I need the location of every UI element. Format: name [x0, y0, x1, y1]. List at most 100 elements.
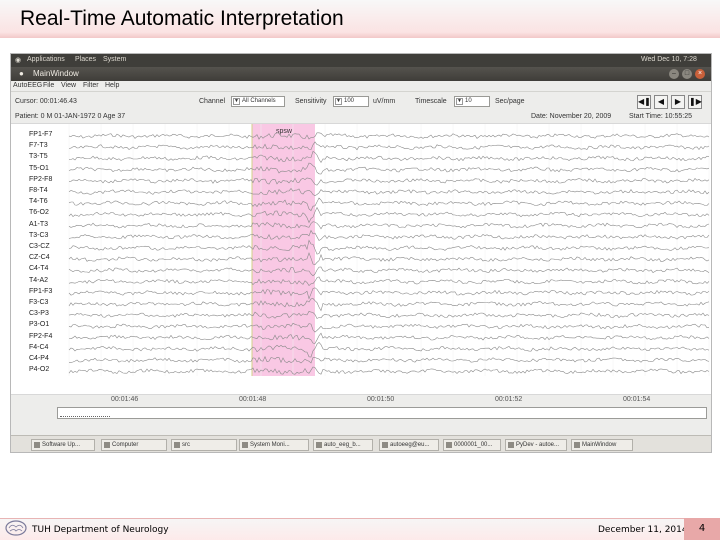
channel-label: F4-C4: [29, 343, 49, 351]
window-icon: [174, 442, 180, 448]
chevron-down-icon: ▼: [456, 98, 463, 105]
taskbar-item-label: src: [182, 442, 190, 448]
menu-applications[interactable]: Applications: [27, 56, 65, 63]
time-tick-label: 00:01:52: [495, 396, 523, 403]
time-tick-label: 00:01:54: [623, 396, 651, 403]
taskbar-item[interactable]: autoeeg@eu...: [379, 439, 439, 451]
taskbar-item-label: autoeeg@eu...: [390, 442, 430, 448]
next-icon: ▶: [674, 97, 682, 106]
eeg-traces[interactable]: spsw: [11, 124, 712, 396]
channel-label: C3-P3: [29, 310, 49, 318]
time-tick-label: 00:01:48: [239, 396, 267, 403]
menu-places[interactable]: Places: [75, 56, 96, 63]
time-axis: 00:01:46 00:01:48 00:01:50 00:01:52 00:01:54: [11, 395, 711, 405]
last-page-button[interactable]: ❚▶: [688, 95, 702, 109]
channel-labels: FP1-F7 F7-T3 T3-T5 T5-O1 FP2-F8 F8-T4 T4-T6 T6-…: [29, 124, 69, 396]
timescale-unit: Sec/page: [495, 98, 525, 105]
menu-help[interactable]: Help: [105, 82, 119, 89]
taskbar-item[interactable]: MainWindow: [571, 439, 633, 451]
patient-info: Patient: 0 M 01-JAN-1972 0 Age 37: [15, 113, 126, 120]
channel-label: F7-T3: [29, 142, 48, 150]
menu-bar: AutoEEG File View Filter Help: [11, 81, 711, 92]
app-screenshot: ◉ Applications Places System Wed Dec 10,…: [10, 53, 712, 453]
clock[interactable]: Wed Dec 10, 7:28: [641, 56, 697, 63]
taskbar-item-label: 0000001_00...: [454, 442, 493, 448]
window-titlebar[interactable]: ● MainWindow – □ ×: [11, 67, 711, 81]
window-icon: [382, 442, 388, 448]
channel-label: Channel: [199, 98, 226, 105]
channel-label: C4-P4: [29, 355, 49, 362]
menu-autoeeg[interactable]: AutoEEG: [13, 82, 42, 89]
channel-label: F8-T4: [29, 187, 48, 194]
channel-label: T3-T5: [29, 153, 48, 161]
channel-label: C4-T4: [29, 265, 49, 273]
scrollbar-thumb[interactable]: [60, 410, 110, 417]
cursor-readout: Cursor: 00:01:46.43: [15, 98, 77, 105]
window-icon: [34, 442, 40, 448]
channel-label: T5-O1: [29, 164, 49, 172]
taskbar-item[interactable]: src: [171, 439, 237, 451]
taskbar: Software Up... Computer src System Moni... a…: [11, 435, 711, 452]
time-scrollbar[interactable]: [57, 407, 707, 419]
close-icon[interactable]: ×: [695, 69, 705, 79]
taskbar-item[interactable]: PyDev - autoe...: [505, 439, 567, 451]
sensitivity-label: Sensitivity: [295, 98, 327, 105]
menu-file[interactable]: File: [43, 82, 54, 89]
window-icon: [316, 442, 322, 448]
taskbar-item[interactable]: Software Up...: [31, 439, 95, 451]
footer-divider: [0, 518, 720, 519]
channel-label: CZ-C4: [29, 254, 50, 262]
time-tick-label: 00:01:50: [367, 396, 395, 403]
chevron-down-icon: ▼: [233, 98, 240, 105]
prev-page-button[interactable]: ◀: [654, 95, 668, 109]
time-tick-label: 00:01:46: [111, 396, 139, 403]
timescale-select[interactable]: ▼ 10: [454, 96, 490, 107]
taskbar-item-label: Software Up...: [42, 442, 81, 448]
channel-label: T4-T6: [29, 198, 48, 206]
menu-system[interactable]: System: [103, 56, 126, 63]
channel-label: FP1-F7: [29, 131, 53, 138]
menu-view[interactable]: View: [61, 82, 76, 89]
taskbar-item-label: Computer: [112, 442, 139, 448]
window-menu-icon[interactable]: ●: [19, 69, 24, 78]
sensitivity-select[interactable]: ▼ 100: [333, 96, 369, 107]
channel-select[interactable]: ▼ All Channels: [231, 96, 285, 107]
taskbar-item-label: PyDev - autoe...: [516, 442, 560, 448]
sensitivity-unit: uV/mm: [373, 98, 396, 105]
taskbar-item[interactable]: Computer: [101, 439, 167, 451]
start-time: Start Time: 10:55:25: [629, 113, 693, 120]
menu-filter[interactable]: Filter: [83, 82, 99, 89]
toolbar: Cursor: 00:01:46.43 Channel ▼ All Channe…: [11, 92, 711, 112]
taskbar-item[interactable]: 0000001_00...: [443, 439, 501, 451]
channel-label: T3-C3: [29, 231, 49, 239]
taskbar-item[interactable]: System Moni...: [239, 439, 309, 451]
taskbar-item-label: auto_eeg_b...: [324, 442, 361, 448]
taskbar-item[interactable]: auto_eeg_b...: [313, 439, 373, 451]
channel-label: C3-CZ: [29, 243, 50, 250]
page-number: 4: [684, 518, 720, 540]
footer-date: December 11, 2014: [598, 525, 688, 535]
eeg-plot-area[interactable]: spsw FP1-F7 F7-T3 T3-T5 T5-O1 FP2-F8 F8-T4 T4-…: [11, 123, 712, 396]
minimize-icon[interactable]: –: [669, 69, 679, 79]
first-page-button[interactable]: ◀❚: [637, 95, 651, 109]
channel-label: P3-O1: [29, 321, 50, 329]
ubuntu-logo-icon[interactable]: ◉: [15, 56, 21, 64]
brain-logo-icon: [5, 520, 27, 536]
prev-icon: ◀: [657, 97, 665, 106]
channel-label: P4-O2: [29, 366, 50, 374]
next-page-button[interactable]: ▶: [671, 95, 685, 109]
slide-title: Real-Time Automatic Interpretation: [20, 7, 344, 30]
window-title: MainWindow: [33, 69, 79, 78]
channel-label: FP1-F3: [29, 287, 53, 295]
window-icon: [574, 442, 580, 448]
slide-title-bar: Real-Time Automatic Interpretation: [0, 0, 720, 38]
chevron-down-icon: ▼: [335, 98, 342, 105]
channel-label: A1-T3: [29, 220, 49, 228]
window-icon: [508, 442, 514, 448]
patient-info-bar: Patient: 0 M 01-JAN-1972 0 Age 37 Date: …: [11, 112, 711, 123]
taskbar-item-label: MainWindow: [582, 442, 617, 448]
last-icon: ❚▶: [689, 97, 702, 106]
window-icon: [242, 442, 248, 448]
window-icon: [104, 442, 110, 448]
maximize-icon[interactable]: □: [682, 69, 692, 79]
